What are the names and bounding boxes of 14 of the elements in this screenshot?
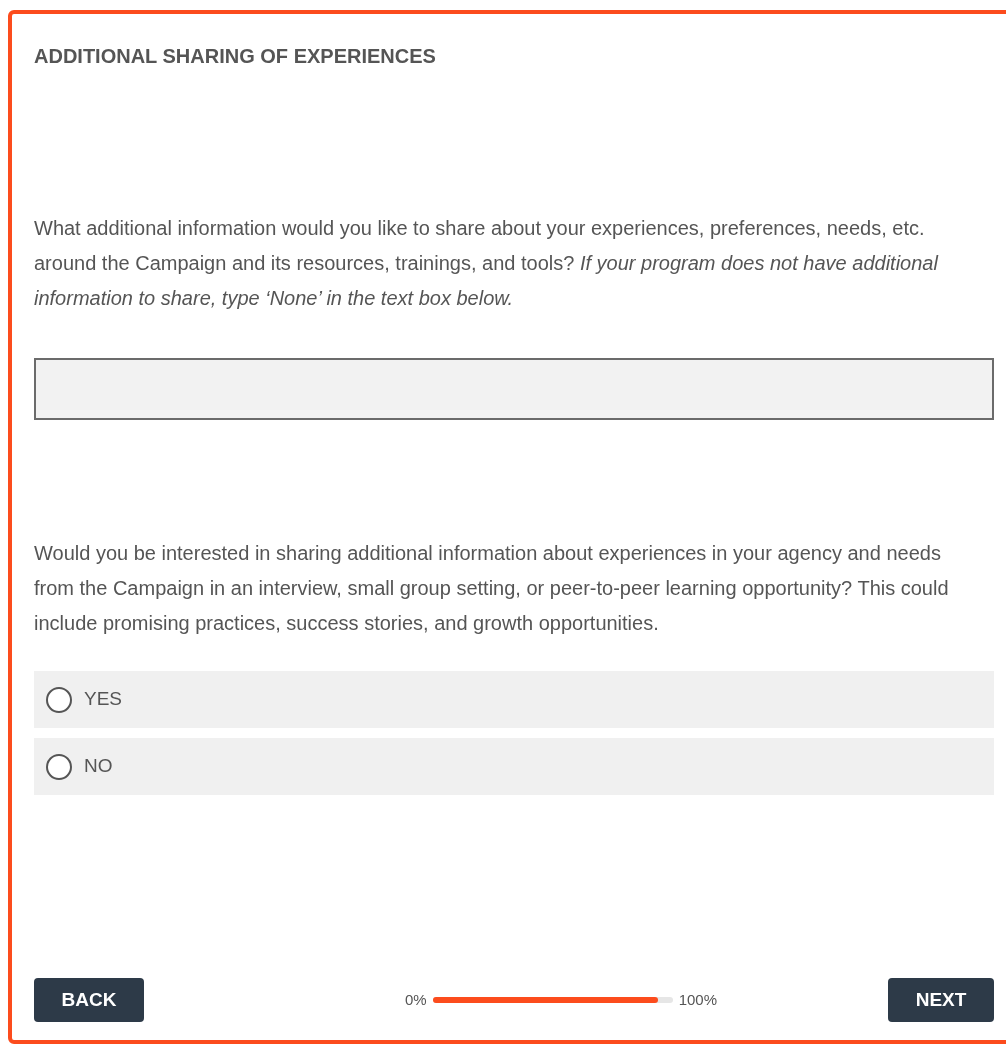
back-button[interactable]: BACK — [34, 978, 144, 1022]
answer-field[interactable] — [34, 358, 994, 420]
progress-end-label: 100% — [678, 989, 718, 1010]
section-title: ADDITIONAL SHARING OF EXPERIENCES — [34, 44, 437, 69]
progress-start-label: 0% — [404, 989, 427, 1010]
question-text: Would you be interested in sharing additional information about experiences in your agency and needs from the Campaign in an interview, small group setting, or peer-to-peer learning opportunity? This could include promising practices, success stories, and growth opportunities. — [34, 541, 950, 636]
radio-button[interactable] — [46, 686, 72, 713]
option-label: YES — [84, 687, 123, 712]
next-button[interactable]: NEXT — [888, 978, 994, 1022]
option-label: NO — [84, 754, 113, 779]
radio-button[interactable] — [46, 753, 72, 780]
question-text: What additional information would you like to share about your experiences, preferences, needs, etc. around the Campaign and its resources, trainings, and tools? If your program does not have additional information to share, type ‘None’ in the text box below. — [34, 216, 940, 311]
radio-option[interactable]: NO — [34, 738, 994, 795]
radio-option[interactable]: YES — [34, 671, 994, 728]
